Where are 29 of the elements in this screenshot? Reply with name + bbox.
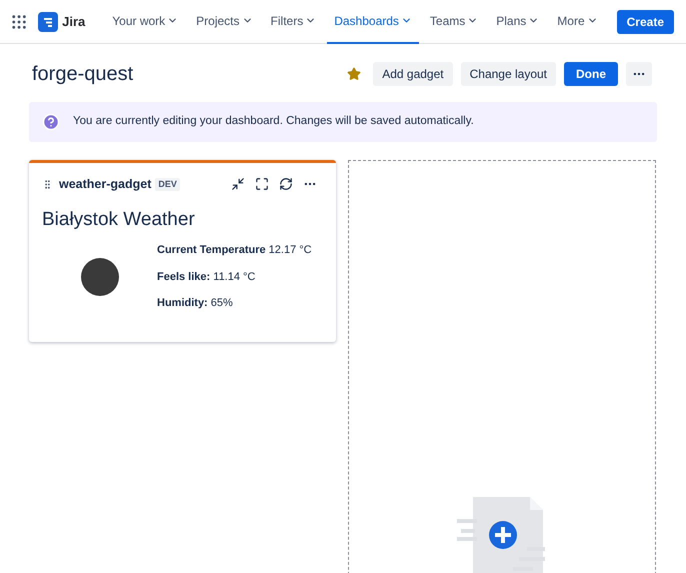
- weather-reading: Humidity: 65%: [157, 296, 234, 312]
- nav-tab[interactable]: Dashboards: [327, 0, 419, 44]
- dashboard-title: forge-quest: [32, 62, 134, 87]
- refresh-icon[interactable]: [279, 177, 293, 192]
- nav-tab[interactable]: More: [550, 0, 605, 44]
- toolbar-button[interactable]: Change layout: [460, 62, 556, 86]
- gadget-name: weather-gadget: [59, 176, 152, 193]
- weather-reading: Feels like: 11.14 °C: [157, 270, 256, 285]
- app-switcher-icon[interactable]: [12, 14, 26, 30]
- create-button[interactable]: Create: [616, 10, 674, 34]
- done-button[interactable]: Done: [564, 62, 618, 86]
- weather-reading: Current Temperature 12.17 °C: [157, 243, 312, 258]
- help-icon: [42, 113, 60, 131]
- nav-tab[interactable]: Your work: [105, 0, 186, 44]
- star-icon[interactable]: [347, 67, 362, 81]
- nav-tab[interactable]: Filters: [264, 0, 324, 44]
- product-name[interactable]: Jira: [62, 12, 86, 32]
- fullscreen-icon[interactable]: [255, 177, 269, 192]
- nav-tab[interactable]: Teams: [422, 0, 486, 44]
- toolbar-button[interactable]: Add gadget: [373, 62, 453, 86]
- collapse-icon[interactable]: [231, 177, 245, 192]
- weather-heading: Białystok Weather: [42, 208, 196, 232]
- drag-handle-icon[interactable]: [42, 178, 53, 190]
- dev-badge: DEV: [155, 178, 180, 192]
- nav-tab[interactable]: Projects: [189, 0, 260, 44]
- weather-icon: [80, 258, 118, 296]
- banner-text: You are currently editing your dashboard. Changes will be saved automatically.: [73, 114, 474, 130]
- nav-tab[interactable]: Plans: [489, 0, 546, 44]
- logo-icon: [38, 12, 58, 32]
